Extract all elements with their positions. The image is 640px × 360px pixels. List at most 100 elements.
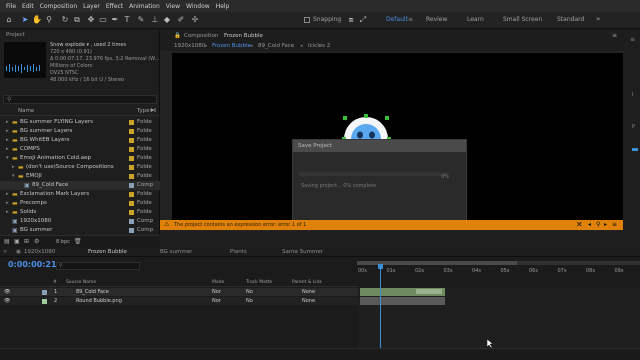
expand-arrow-icon[interactable]: ▸ <box>6 136 9 145</box>
menu-edit[interactable]: Edit <box>22 3 34 10</box>
close-tab-icon[interactable]: ✕ <box>3 249 7 255</box>
layer-trkmat[interactable]: No <box>246 297 253 305</box>
roto-brush-tool-icon[interactable]: ✐ <box>176 15 186 25</box>
project-item[interactable]: ▸ ▬ COMPS Folde <box>0 145 160 154</box>
comp-tab-cold-face[interactable]: 89_Cold Face <box>258 43 294 49</box>
layer-name[interactable]: Round Bubble.png <box>76 297 122 305</box>
expand-arrow-icon[interactable]: ▸ <box>6 199 9 208</box>
expand-arrow-icon[interactable]: ▸ <box>6 208 9 217</box>
label-color-swatch[interactable] <box>129 201 134 206</box>
menu-window[interactable]: Window <box>186 3 210 10</box>
pan-behind-tool-icon[interactable]: ✥ <box>86 15 96 25</box>
layer-mode[interactable]: Nor <box>212 297 221 305</box>
project-item[interactable]: ▾ ▬ Emoji Animation Cold.aep Folde <box>0 154 160 163</box>
trash-icon[interactable]: 🗑 <box>74 238 82 245</box>
expand-arrow-icon[interactable]: ▸ <box>6 190 9 199</box>
playhead-line[interactable] <box>380 264 381 357</box>
playhead-handle[interactable] <box>378 264 383 269</box>
label-color-swatch[interactable] <box>129 156 134 161</box>
snapping-expand-icon[interactable]: ⤢ <box>358 15 368 25</box>
search-error-icon[interactable]: ⚲ <box>596 221 600 228</box>
layer-parent[interactable]: None <box>302 288 315 296</box>
project-item[interactable]: ▸ ▬ BG WhitEB Layers Folde <box>0 136 160 145</box>
close-error-icon[interactable]: ✕ <box>576 220 583 229</box>
project-item[interactable]: ▣ 89_Cold Face Comp <box>0 181 160 190</box>
visibility-eye-icon[interactable]: 👁 <box>4 297 10 305</box>
project-item[interactable]: ▸ ▬ Precomps Folde <box>0 199 160 208</box>
zoom-tool-icon[interactable]: ⚲ <box>44 15 54 25</box>
workspace-review[interactable]: Review <box>426 16 447 23</box>
label-color-swatch[interactable] <box>129 120 134 125</box>
expand-arrow-icon[interactable]: ▸ <box>6 127 9 136</box>
expand-arrow-icon[interactable]: ▸ <box>6 145 9 154</box>
label-color-swatch[interactable] <box>129 228 134 233</box>
timeline-tab-frozen-bubble[interactable]: Frozen Bubble <box>88 249 127 255</box>
column-parent-header[interactable]: Parent & Link <box>292 280 322 285</box>
workspace-small-screen[interactable]: Small Screen <box>503 16 542 23</box>
menu-animation[interactable]: Animation <box>129 3 160 10</box>
layer-1-keyframes[interactable] <box>416 289 442 294</box>
label-color-swatch[interactable] <box>129 165 134 170</box>
panel-menu-icon[interactable]: ≡ <box>630 36 635 43</box>
project-item[interactable]: ▾ ▬ EMOJI Folde <box>0 172 160 181</box>
timeline-layer-row[interactable]: 👁 1 89_Cold Face Nor No None <box>0 288 358 296</box>
next-error-icon[interactable]: ▸ <box>604 221 607 228</box>
label-color-swatch[interactable] <box>129 147 134 152</box>
layer-trkmat[interactable]: No <box>246 288 253 296</box>
layer-2-bar[interactable] <box>360 297 445 305</box>
label-color-swatch[interactable] <box>129 174 134 179</box>
expand-arrow-icon[interactable]: ▸ <box>12 163 15 172</box>
composition-viewer[interactable]: Save Project 0% Saving project... 0% com… <box>172 53 624 221</box>
workspace-overflow-icon[interactable]: » <box>596 15 600 23</box>
lock-icon[interactable]: 🔒 <box>174 33 181 39</box>
work-area-bar[interactable] <box>357 261 640 265</box>
camera-tool-icon[interactable]: ⧉ <box>72 15 82 25</box>
project-item[interactable]: ▸ ▬ BG summer FLYING Layers Folde <box>0 118 160 127</box>
info-panel-icon[interactable]: I <box>632 92 633 98</box>
expand-arrow-icon[interactable]: ▸ <box>6 118 9 127</box>
column-mode-header[interactable]: Mode <box>212 280 224 285</box>
interpret-footage-icon[interactable]: ▤ <box>4 238 10 245</box>
project-item[interactable]: ▸ ▬ (don't use)Source Compositions Folde <box>0 163 160 172</box>
workspace-standard[interactable]: Standard <box>557 16 584 23</box>
text-tool-icon[interactable]: T <box>122 15 132 25</box>
layer-parent[interactable]: None <box>302 297 315 305</box>
layer-mode[interactable]: Nor <box>212 288 221 296</box>
layer-label-swatch[interactable] <box>42 299 47 304</box>
project-item[interactable]: ▸ ▬ Solids Folde <box>0 208 160 217</box>
timeline-layer-row[interactable]: 👁 2 Round Bubble.png Nor No None <box>0 297 358 305</box>
preview-panel-icon[interactable]: P <box>632 124 635 130</box>
pen-tool-icon[interactable]: ✒ <box>110 15 120 25</box>
home-icon[interactable]: ⌂ <box>4 15 14 25</box>
project-item[interactable]: ▸ ▬ Exclamation Mark Layers Folde <box>0 190 160 199</box>
project-item[interactable]: ▣ BG summer Comp <box>0 226 160 235</box>
menu-view[interactable]: View <box>166 3 180 10</box>
label-color-swatch[interactable] <box>129 138 134 143</box>
puppet-pin-tool-icon[interactable]: ✢ <box>190 15 200 25</box>
snapping-checkbox[interactable] <box>304 17 310 23</box>
menu-composition[interactable]: Composition <box>40 3 77 10</box>
timeline-tab-1920x1080[interactable]: 1920x1080 <box>24 249 55 255</box>
timeline-tab-plants[interactable]: Plants <box>230 249 247 255</box>
collapse-arrow-icon[interactable]: ▾ <box>6 154 9 163</box>
bpc-toggle[interactable]: 8 bpc <box>56 239 70 245</box>
selection-tool-icon[interactable]: ➤ <box>20 15 30 25</box>
menu-layer[interactable]: Layer <box>83 3 100 10</box>
paint-panel-icon[interactable] <box>632 148 638 151</box>
comp-tab-icicles[interactable]: Icicles 2 <box>308 43 330 49</box>
layer-track-area[interactable] <box>358 288 640 348</box>
clone-stamp-tool-icon[interactable]: ⊥ <box>150 15 160 25</box>
new-comp-icon[interactable]: ⊞ <box>24 238 29 245</box>
eraser-tool-icon[interactable]: ◆ <box>162 15 172 25</box>
collapse-arrow-icon[interactable]: ▾ <box>12 172 15 181</box>
workspace-default[interactable]: Default <box>386 16 408 23</box>
project-search-input[interactable]: ⚲ <box>3 95 157 104</box>
hand-tool-icon[interactable]: ✋ <box>32 15 42 25</box>
workspace-learn[interactable]: Learn <box>467 16 484 23</box>
timeline-tab-bg-summer[interactable]: BG summer <box>160 249 192 255</box>
column-name-header[interactable]: Name <box>18 108 34 114</box>
column-type-header[interactable]: Type <box>137 108 150 114</box>
current-time-display[interactable]: 0:00:00:21 <box>8 260 57 269</box>
layer-1-bar[interactable] <box>360 288 445 296</box>
menu-effect[interactable]: Effect <box>106 3 123 10</box>
